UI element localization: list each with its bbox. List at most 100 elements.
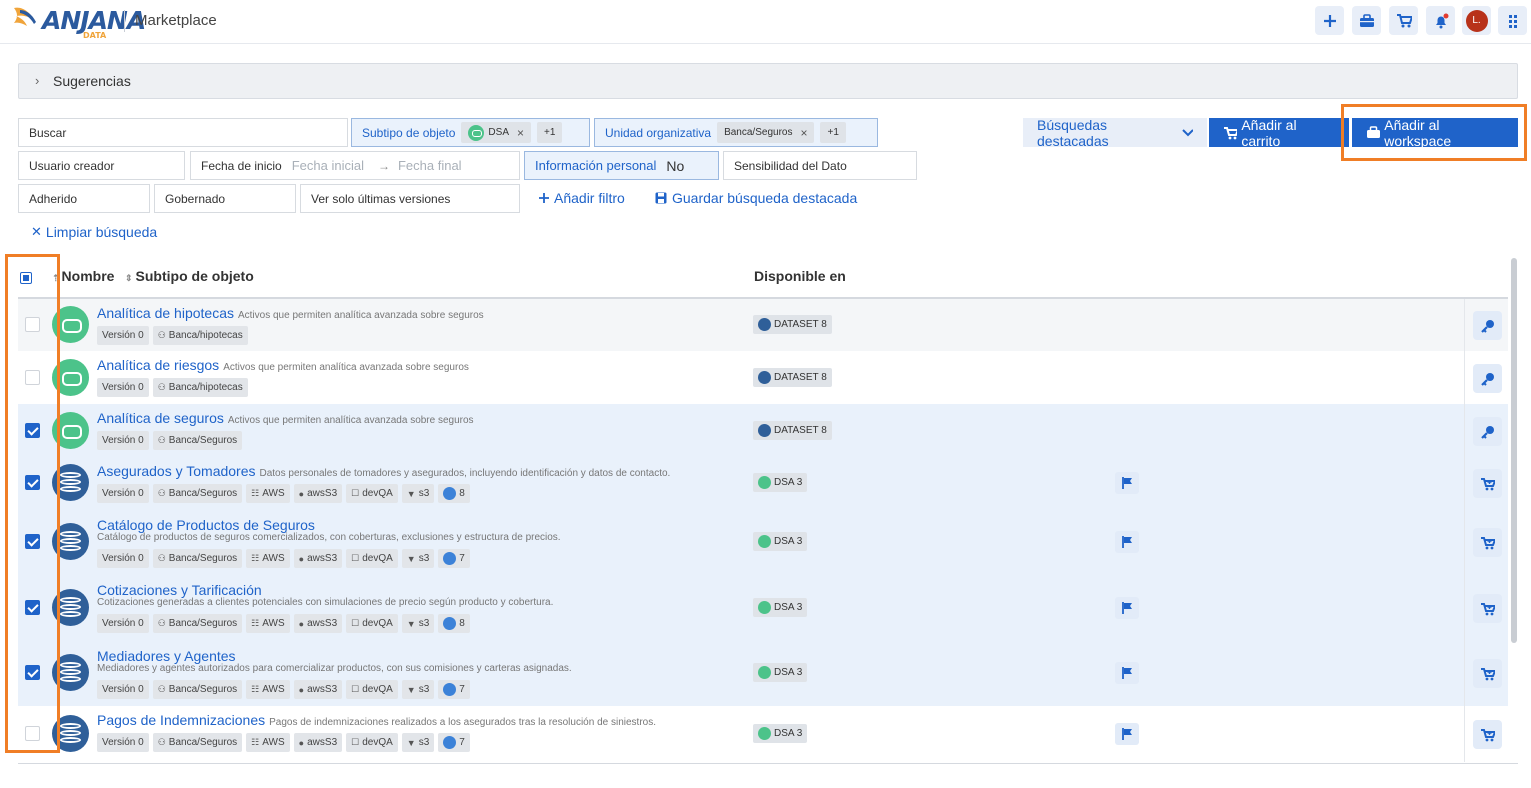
available-in-badge[interactable]: DSA 3 [753, 598, 808, 617]
location-tag: ▼ s3 [401, 733, 435, 752]
row-name-link[interactable]: Analítica de seguros Activos que permiten… [97, 410, 474, 426]
table-row[interactable]: Mediadores y Agentes Mediadores y agentes… [18, 640, 1508, 706]
available-in-badge[interactable]: DATASET 8 [753, 368, 832, 387]
access-key-button[interactable] [1473, 364, 1502, 393]
row-description: Cotizaciones generadas a clientes potenc… [97, 597, 554, 608]
user-menu-button[interactable]: L. [1462, 6, 1491, 35]
remove-chip-icon[interactable]: × [517, 126, 524, 140]
flag-button[interactable] [1115, 531, 1139, 553]
table-row[interactable]: Analítica de seguros Activos que permiten… [18, 404, 1508, 457]
version-tag: Versión 0 [97, 680, 149, 699]
org-unit-more-chip[interactable]: +1 [820, 122, 846, 143]
grid-menu-icon [1508, 14, 1517, 28]
flag-button[interactable] [1115, 662, 1139, 684]
add-filter-button[interactable]: Añadir filtro [538, 190, 625, 206]
table-bottom-border [18, 763, 1518, 764]
column-header-subtype[interactable]: ⇕ Subtipo de objeto [125, 268, 254, 284]
latest-versions-filter[interactable]: Ver solo últimas versiones [300, 184, 520, 213]
subtype-more-chip[interactable]: +1 [537, 122, 563, 143]
row-description: Mediadores y agentes autorizados para co… [97, 663, 572, 674]
featured-searches-button[interactable]: Búsquedas destacadas [1023, 117, 1207, 149]
db-disk [60, 676, 81, 682]
org-unit-filter[interactable]: Unidad organizativa Banca/Seguros × +1 [594, 118, 878, 147]
dataset-icon [758, 318, 771, 331]
app-title: Marketplace [135, 12, 217, 29]
row-name-link[interactable]: Asegurados y Tomadores Datos personales d… [97, 463, 670, 479]
add-to-cart-row-button[interactable] [1473, 594, 1502, 623]
table-row[interactable]: Cotizaciones y Tarificación Cotizaciones … [18, 575, 1508, 640]
chevron-down-icon [1181, 128, 1193, 136]
notifications-button[interactable] [1426, 6, 1455, 35]
anjana-logo[interactable]: ANJANA DATA [12, 4, 146, 40]
search-field[interactable]: Buscar [18, 118, 348, 147]
attributes-count: 7 [459, 553, 465, 564]
workspace-button[interactable] [1352, 6, 1381, 35]
row-description: Activos que permiten analítica avanzada … [223, 362, 469, 373]
attributes-count-tag: 8 [438, 484, 470, 503]
available-in-badge[interactable]: DATASET 8 [753, 315, 832, 334]
date-end-input[interactable]: Fecha final [398, 158, 462, 173]
create-button[interactable] [1315, 6, 1344, 35]
table-row[interactable]: Asegurados y Tomadores Datos personales d… [18, 457, 1508, 509]
remove-chip-icon[interactable]: × [800, 126, 807, 140]
row-name-link[interactable]: Catálogo de Productos de Seguros [97, 517, 315, 533]
users-icon: ⚇ [157, 488, 166, 498]
cart-button[interactable] [1389, 6, 1418, 35]
add-to-cart-row-button[interactable] [1473, 528, 1502, 557]
suggestions-panel[interactable]: › Sugerencias [18, 63, 1518, 99]
save-featured-search-button[interactable]: Guardar búsqueda destacada [655, 190, 857, 206]
date-start-input[interactable]: Fecha inicial [292, 158, 364, 173]
location-tag: ▼ s3 [401, 484, 435, 503]
bulb-icon: ● [298, 684, 305, 695]
flag-button[interactable] [1115, 472, 1139, 494]
row-name-link[interactable]: Analítica de hipotecas Activos que permit… [97, 305, 484, 321]
version-tag: Versión 0 [97, 549, 149, 568]
environment-tag-label: devQA [362, 488, 393, 499]
db-disk [60, 723, 81, 729]
access-key-button[interactable] [1473, 311, 1502, 340]
add-to-cart-row-button[interactable] [1473, 720, 1502, 749]
row-name-link[interactable]: Pagos de Indemnizaciones Pagos de indemni… [97, 712, 656, 728]
table-row[interactable]: Catálogo de Productos de Seguros Catálogo… [18, 509, 1508, 575]
subtype-chip[interactable]: DSA × [461, 122, 531, 143]
available-in-badge[interactable]: DSA 3 [753, 473, 808, 492]
table-scrollbar[interactable] [1511, 258, 1517, 643]
adhered-filter[interactable]: Adherido [18, 184, 150, 213]
row-name-link[interactable]: Cotizaciones y Tarificación [97, 582, 262, 598]
column-header-name[interactable]: ⇡ Nombre [52, 268, 114, 284]
flag-button[interactable] [1115, 723, 1139, 745]
add-to-cart-row-button[interactable] [1473, 469, 1502, 498]
org-unit-filter-label: Unidad organizativa [605, 125, 712, 140]
table-row[interactable]: Analítica de riesgos Activos que permiten… [18, 351, 1508, 404]
table-row[interactable]: Analítica de hipotecas Activos que permit… [18, 299, 1508, 351]
personal-info-filter[interactable]: Información personal No [524, 151, 719, 180]
cloud-tag: ☷ AWS [246, 680, 290, 699]
add-to-cart-button[interactable]: Añadir al carrito [1209, 117, 1349, 149]
flag-button[interactable] [1115, 597, 1139, 619]
bucket-tag-label: awsS3 [307, 553, 338, 564]
creator-filter[interactable]: Usuario creador [18, 151, 185, 180]
dsa-icon [758, 476, 771, 489]
date-filter[interactable]: Fecha de inicio Fecha inicial → Fecha fi… [190, 151, 520, 180]
row-name-link[interactable]: Mediadores y Agentes [97, 648, 236, 664]
sensitivity-filter[interactable]: Sensibilidad del Dato [723, 151, 917, 180]
add-to-cart-row-button[interactable] [1473, 659, 1502, 688]
org-unit-chip[interactable]: Banca/Seguros × [717, 122, 815, 143]
available-in-badge[interactable]: DATASET 8 [753, 421, 832, 440]
creator-filter-label: Usuario creador [29, 158, 115, 173]
access-key-button[interactable] [1473, 417, 1502, 446]
row-name-link[interactable]: Analítica de riesgos Activos que permiten… [97, 357, 469, 373]
clear-search-button[interactable]: ✕ Limpiar búsqueda [31, 224, 157, 240]
governed-filter[interactable]: Gobernado [154, 184, 296, 213]
row-name: Analítica de hipotecas [97, 305, 234, 321]
available-in-badge[interactable]: DSA 3 [753, 663, 808, 682]
available-in-label: DATASET 8 [774, 425, 827, 436]
apps-menu-button[interactable] [1498, 6, 1527, 35]
subtype-filter[interactable]: Subtipo de objeto DSA × +1 [351, 118, 590, 147]
available-in-badge[interactable]: DSA 3 [753, 532, 808, 551]
table-icon [443, 683, 457, 696]
table-row[interactable]: Pagos de Indemnizaciones Pagos de indemni… [18, 706, 1508, 762]
available-in-badge[interactable]: DSA 3 [753, 724, 808, 743]
map-pin-icon: ▼ [406, 553, 416, 564]
db-disk [60, 531, 81, 537]
